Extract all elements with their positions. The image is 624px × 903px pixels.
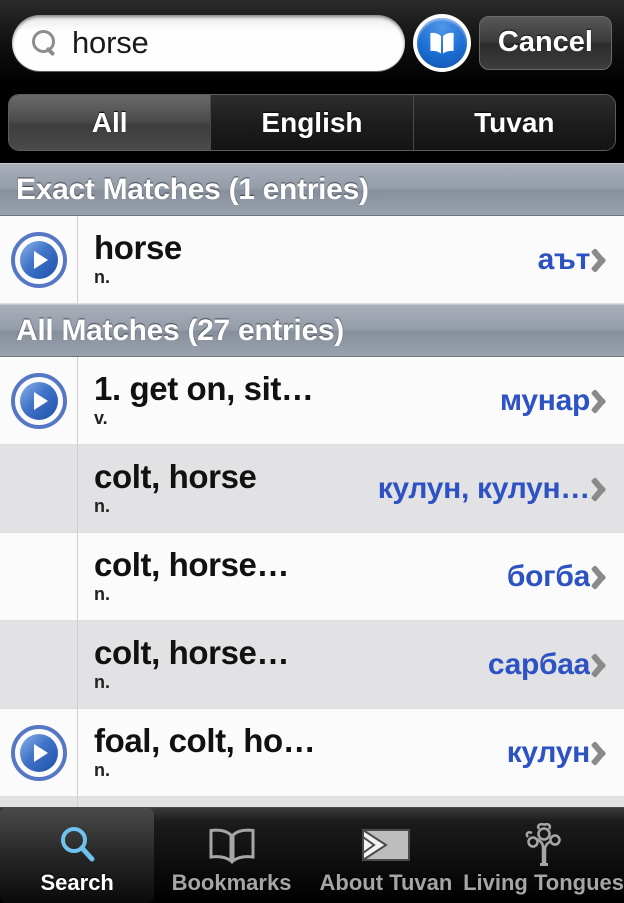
play-audio-button[interactable] — [10, 231, 67, 288]
entry-gloss: аът — [537, 242, 590, 276]
tab-bookmarks[interactable]: Bookmarks — [154, 808, 308, 903]
tab-label: Living Tongues — [463, 869, 624, 895]
row-content: colt, horse… n. — [78, 636, 488, 692]
tab-bar: Search Bookmarks About Tuvan Living Tong… — [0, 807, 624, 903]
entry-headword: 1. get on, sit… — [94, 372, 314, 407]
entry-part-of-speech: n. — [94, 671, 110, 692]
entry-headword: horse — [94, 231, 182, 266]
audio-gutter — [0, 216, 78, 303]
search-input-value: horse — [72, 24, 149, 60]
search-bar: horse Cancel — [0, 0, 624, 85]
tab-search[interactable]: Search — [0, 808, 155, 903]
book-icon — [207, 822, 257, 868]
chevron-right-icon — [596, 475, 614, 503]
play-icon — [19, 240, 58, 279]
row-content: 1. get on, sit… v. — [78, 372, 500, 428]
row-gloss-area: богба — [507, 560, 624, 594]
audio-gutter — [0, 797, 78, 807]
flag-icon — [360, 822, 412, 868]
section-header-all-matches: All Matches (27 entries) — [0, 304, 624, 357]
tab-label: Bookmarks — [171, 869, 292, 895]
play-icon — [19, 381, 58, 420]
entry-gloss: кулун — [506, 735, 590, 769]
audio-gutter — [0, 445, 78, 532]
chevron-right-icon — [596, 387, 614, 415]
entry-part-of-speech: n. — [94, 583, 110, 604]
entry-headword: colt, horse… — [94, 636, 290, 671]
entry-part-of-speech: n. — [94, 759, 110, 780]
scope-bar: All English Tuvan — [0, 85, 624, 163]
section-header-exact-matches: Exact Matches (1 entries) — [0, 163, 624, 216]
entry-part-of-speech: n. — [94, 266, 110, 287]
row-gloss-area: кулун — [507, 736, 624, 770]
entry-part-of-speech: v. — [94, 407, 108, 428]
book-icon — [426, 27, 458, 59]
row-gloss-area: аът — [538, 243, 624, 277]
search-icon — [32, 29, 58, 56]
search-icon — [55, 822, 99, 868]
scope-option-english[interactable]: English — [211, 95, 414, 150]
table-row[interactable]: 1. get on, sit… v. мунар — [0, 357, 624, 445]
chevron-right-icon — [596, 246, 614, 274]
scope-option-tuvan[interactable]: Tuvan — [413, 95, 615, 150]
table-row[interactable]: colt, horse n. кулун, кулун… — [0, 445, 624, 533]
play-audio-button[interactable] — [10, 372, 67, 429]
audio-gutter — [0, 621, 78, 708]
chevron-right-icon — [596, 563, 614, 591]
dictionary-toggle-button[interactable] — [416, 17, 467, 68]
entry-gloss: мунар — [499, 383, 590, 417]
tree-icon — [520, 822, 568, 868]
tab-label: About Tuvan — [319, 869, 453, 895]
chevron-right-icon — [596, 739, 614, 767]
audio-gutter — [0, 709, 78, 796]
tab-about-tuvan[interactable]: About Tuvan — [309, 808, 463, 903]
scope-segmented-control[interactable]: All English Tuvan — [8, 94, 616, 151]
row-content: colt, horse… n. — [78, 548, 507, 604]
scope-option-all[interactable]: All — [9, 95, 212, 150]
tab-label: Search — [40, 869, 114, 895]
row-content: horse n. — [78, 231, 538, 287]
row-gloss-area: сарбаа — [488, 648, 624, 682]
results-list[interactable]: Exact Matches (1 entries) horse n. аът A… — [0, 163, 624, 807]
play-audio-button[interactable] — [10, 724, 67, 781]
entry-headword: foal, colt, ho… — [94, 724, 316, 759]
entry-gloss: кулун, кулун… — [377, 471, 590, 505]
search-input[interactable]: horse — [12, 14, 405, 71]
table-row[interactable]: foal, colt, ho… n. кулун — [0, 709, 624, 797]
cancel-button[interactable]: Cancel — [478, 15, 612, 70]
app-screen: horse Cancel All English Tuvan Exact Mat… — [0, 0, 624, 903]
entry-gloss: сарбаа — [487, 647, 590, 681]
entry-headword: colt, horse… — [94, 548, 290, 583]
tab-living-tongues[interactable]: Living Tongues — [463, 808, 624, 903]
row-gloss-area: мунар — [500, 384, 624, 418]
table-row[interactable]: horse n. аът — [0, 216, 624, 304]
entry-part-of-speech: n. — [94, 495, 110, 516]
row-gloss-area: кулун, кулун… — [378, 472, 624, 506]
play-icon — [19, 733, 58, 772]
row-content: foal, colt, ho… n. — [78, 724, 507, 780]
table-row[interactable]: colt, horse… n. богба — [0, 533, 624, 621]
entry-gloss: богба — [506, 559, 590, 593]
row-content: colt, horse n. — [78, 460, 378, 516]
results-sections: Exact Matches (1 entries) horse n. аът A… — [0, 163, 624, 807]
entry-headword: colt, horse — [94, 460, 257, 495]
chevron-right-icon — [596, 651, 614, 679]
table-row[interactable] — [0, 797, 624, 807]
audio-gutter — [0, 533, 78, 620]
audio-gutter — [0, 357, 78, 444]
table-row[interactable]: colt, horse… n. сарбаа — [0, 621, 624, 709]
